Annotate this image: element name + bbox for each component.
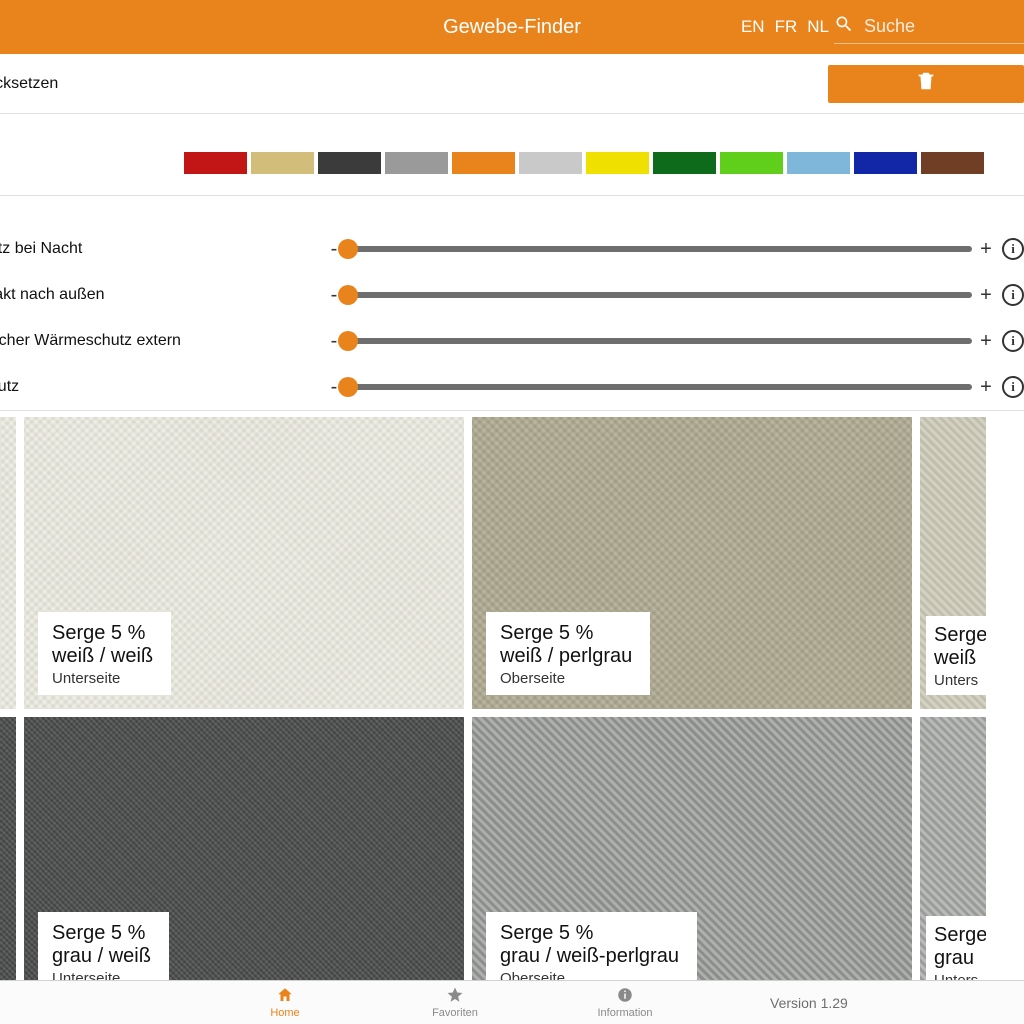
swatch-grey[interactable] (385, 152, 448, 174)
lang-en[interactable]: EN (741, 17, 765, 37)
color-filter-row: filter (0, 114, 1024, 196)
search-input[interactable] (864, 16, 984, 37)
color-filter-label: filter (0, 154, 184, 172)
info-icon[interactable]: i (1002, 376, 1024, 398)
swatch-orange[interactable] (452, 152, 515, 174)
fabric-name: Serge 5 % (52, 922, 151, 945)
fabric-card[interactable]: Serge grau Unters (920, 717, 986, 1009)
nav-favorites[interactable]: Favoriten (370, 986, 540, 1019)
fabric-label: Serge 5 % weiß / weiß Unterseite (38, 612, 171, 695)
slider-label: schutz bei Nacht (0, 240, 324, 258)
swatch-red[interactable] (184, 152, 247, 174)
fabric-side: Unters (934, 672, 986, 689)
info-icon[interactable]: i (1002, 238, 1024, 260)
slider-label: dschutz (0, 378, 324, 396)
slider-thumb[interactable] (338, 285, 358, 305)
criteria-sliders: schutz bei Nacht - + i kontakt nach auße… (0, 196, 1024, 411)
fabric-color: grau (934, 947, 986, 970)
fabric-card[interactable] (0, 417, 16, 709)
star-icon (446, 986, 464, 1007)
nav-label: Home (270, 1007, 299, 1019)
slider-track[interactable] (348, 384, 972, 390)
plus-button[interactable]: + (976, 330, 996, 353)
fabric-color: weiß (934, 647, 986, 670)
nav-information[interactable]: Information (540, 986, 710, 1019)
plus-button[interactable]: + (976, 376, 996, 399)
fabric-card[interactable] (0, 717, 16, 1009)
plus-button[interactable]: + (976, 238, 996, 261)
fabric-card[interactable]: Serge 5 % grau / weiß Unterseite (24, 717, 464, 1009)
clear-button[interactable] (828, 65, 1024, 103)
color-swatches (184, 152, 984, 174)
swatch-brown[interactable] (921, 152, 984, 174)
search-icon (834, 14, 854, 39)
nav-label: Information (597, 1007, 652, 1019)
swatch-silver[interactable] (519, 152, 582, 174)
swatch-blue[interactable] (854, 152, 917, 174)
fabric-name: Serge (934, 924, 986, 947)
slider-row-outside-contact: kontakt nach außen - + i (0, 272, 1024, 318)
trash-icon (915, 70, 937, 97)
swatch-green[interactable] (720, 152, 783, 174)
fabric-card[interactable]: Serge 5 % weiß / weiß Unterseite (24, 417, 464, 709)
info-icon[interactable]: i (1002, 284, 1024, 306)
app-title: Gewebe-Finder (443, 16, 581, 39)
fabric-name: Serge 5 % (52, 622, 153, 645)
reset-filters-label: zurücksetzen (0, 75, 58, 93)
fabric-name: Serge 5 % (500, 922, 679, 945)
app-header: Gewebe-Finder EN FR NL (0, 0, 1024, 54)
fabric-card[interactable]: Serge 5 % grau / weiß-perlgrau Oberseite (472, 717, 912, 1009)
nav-label: Favoriten (432, 1007, 478, 1019)
swatch-tan[interactable] (251, 152, 314, 174)
bottom-nav: Home Favoriten Information Version 1.29 (0, 980, 1024, 1024)
lang-fr[interactable]: FR (775, 17, 798, 37)
slider-thumb[interactable] (338, 331, 358, 351)
fabric-side: Unterseite (52, 670, 153, 687)
slider-track[interactable] (348, 338, 972, 344)
fabric-gallery: Serge 5 % weiß / weiß Unterseite Serge 5… (0, 411, 1024, 1009)
lang-nl[interactable]: NL (807, 17, 829, 37)
reset-row: zurücksetzen (0, 54, 1024, 114)
fabric-label: Serge weiß Unters (926, 616, 986, 695)
plus-button[interactable]: + (976, 284, 996, 307)
slider-track[interactable] (348, 292, 972, 298)
swatch-charcoal[interactable] (318, 152, 381, 174)
language-switcher: EN FR NL (741, 17, 829, 37)
fabric-color: weiß / weiß (52, 645, 153, 668)
version-label: Version 1.29 (770, 995, 848, 1011)
nav-home[interactable]: Home (200, 986, 370, 1019)
fabric-color: grau / weiß (52, 945, 151, 968)
fabric-name: Serge (934, 624, 986, 647)
fabric-card[interactable]: Serge weiß Unters (920, 417, 986, 709)
fabric-color: grau / weiß-perlgrau (500, 945, 679, 968)
search-field[interactable] (834, 10, 1024, 44)
swatch-yellow[interactable] (586, 152, 649, 174)
slider-thumb[interactable] (338, 377, 358, 397)
fabric-label: Serge 5 % weiß / perlgrau Oberseite (486, 612, 650, 695)
slider-row-glare: dschutz - + i (0, 364, 1024, 410)
gallery-row: Serge 5 % grau / weiß Unterseite Serge 5… (0, 717, 1024, 1009)
gallery-row: Serge 5 % weiß / weiß Unterseite Serge 5… (0, 417, 1024, 709)
home-icon (276, 986, 294, 1007)
fabric-color: weiß / perlgrau (500, 645, 632, 668)
fabric-card[interactable]: Serge 5 % weiß / perlgrau Oberseite (472, 417, 912, 709)
slider-label: merlicher Wärmeschutz extern (0, 332, 324, 350)
swatch-lightblue[interactable] (787, 152, 850, 174)
slider-label: kontakt nach außen (0, 286, 324, 304)
info-icon (616, 986, 634, 1007)
swatch-darkgreen[interactable] (653, 152, 716, 174)
slider-row-thermal-external: merlicher Wärmeschutz extern - + i (0, 318, 1024, 364)
fabric-name: Serge 5 % (500, 622, 632, 645)
slider-row-night-privacy: schutz bei Nacht - + i (0, 226, 1024, 272)
slider-track[interactable] (348, 246, 972, 252)
info-icon[interactable]: i (1002, 330, 1024, 352)
slider-thumb[interactable] (338, 239, 358, 259)
fabric-side: Oberseite (500, 670, 632, 687)
